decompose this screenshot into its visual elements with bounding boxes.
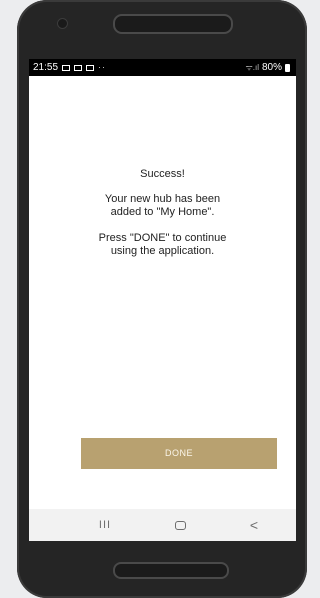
phone-frame: 21:55 ·· ᯤ.ıl 80% Success! Your new hub … bbox=[17, 0, 307, 598]
front-camera bbox=[57, 18, 68, 29]
message-line: Press "DONE" to continue bbox=[98, 232, 227, 244]
top-speaker bbox=[113, 14, 233, 34]
back-icon: < bbox=[249, 517, 259, 533]
navigation-bar: III < bbox=[29, 509, 296, 541]
status-right: ᯤ.ıl 80% bbox=[245, 59, 290, 76]
home-icon bbox=[174, 520, 186, 530]
message-notification-icon bbox=[86, 64, 95, 71]
battery-icon bbox=[285, 63, 290, 72]
done-button[interactable]: DONE bbox=[81, 438, 277, 469]
wifi-icon: ᯤ.ıl bbox=[245, 63, 259, 72]
home-button[interactable] bbox=[160, 509, 200, 541]
bottom-speaker bbox=[113, 562, 229, 579]
image-notification-icon bbox=[62, 64, 71, 71]
more-notifications-icon: ·· bbox=[98, 62, 107, 72]
mail-notification-icon bbox=[74, 64, 83, 71]
status-bar: 21:55 ·· ᯤ.ıl 80% bbox=[29, 59, 296, 76]
phone-screen: 21:55 ·· ᯤ.ıl 80% Success! Your new hub … bbox=[29, 59, 296, 541]
success-message: Success! Your new hub has been added to … bbox=[29, 168, 296, 258]
success-title: Success! bbox=[140, 168, 185, 180]
message-line: added to "My Home". bbox=[110, 206, 215, 218]
status-time: 21:55 bbox=[33, 62, 59, 73]
status-left: 21:55 ·· bbox=[33, 59, 106, 76]
battery-percent: 80% bbox=[261, 62, 282, 73]
recents-button[interactable]: III bbox=[85, 509, 125, 541]
message-line: using the application. bbox=[110, 245, 215, 257]
recents-icon: III bbox=[98, 519, 112, 531]
back-button[interactable]: < bbox=[234, 509, 274, 541]
message-line: Your new hub has been bbox=[104, 193, 221, 205]
